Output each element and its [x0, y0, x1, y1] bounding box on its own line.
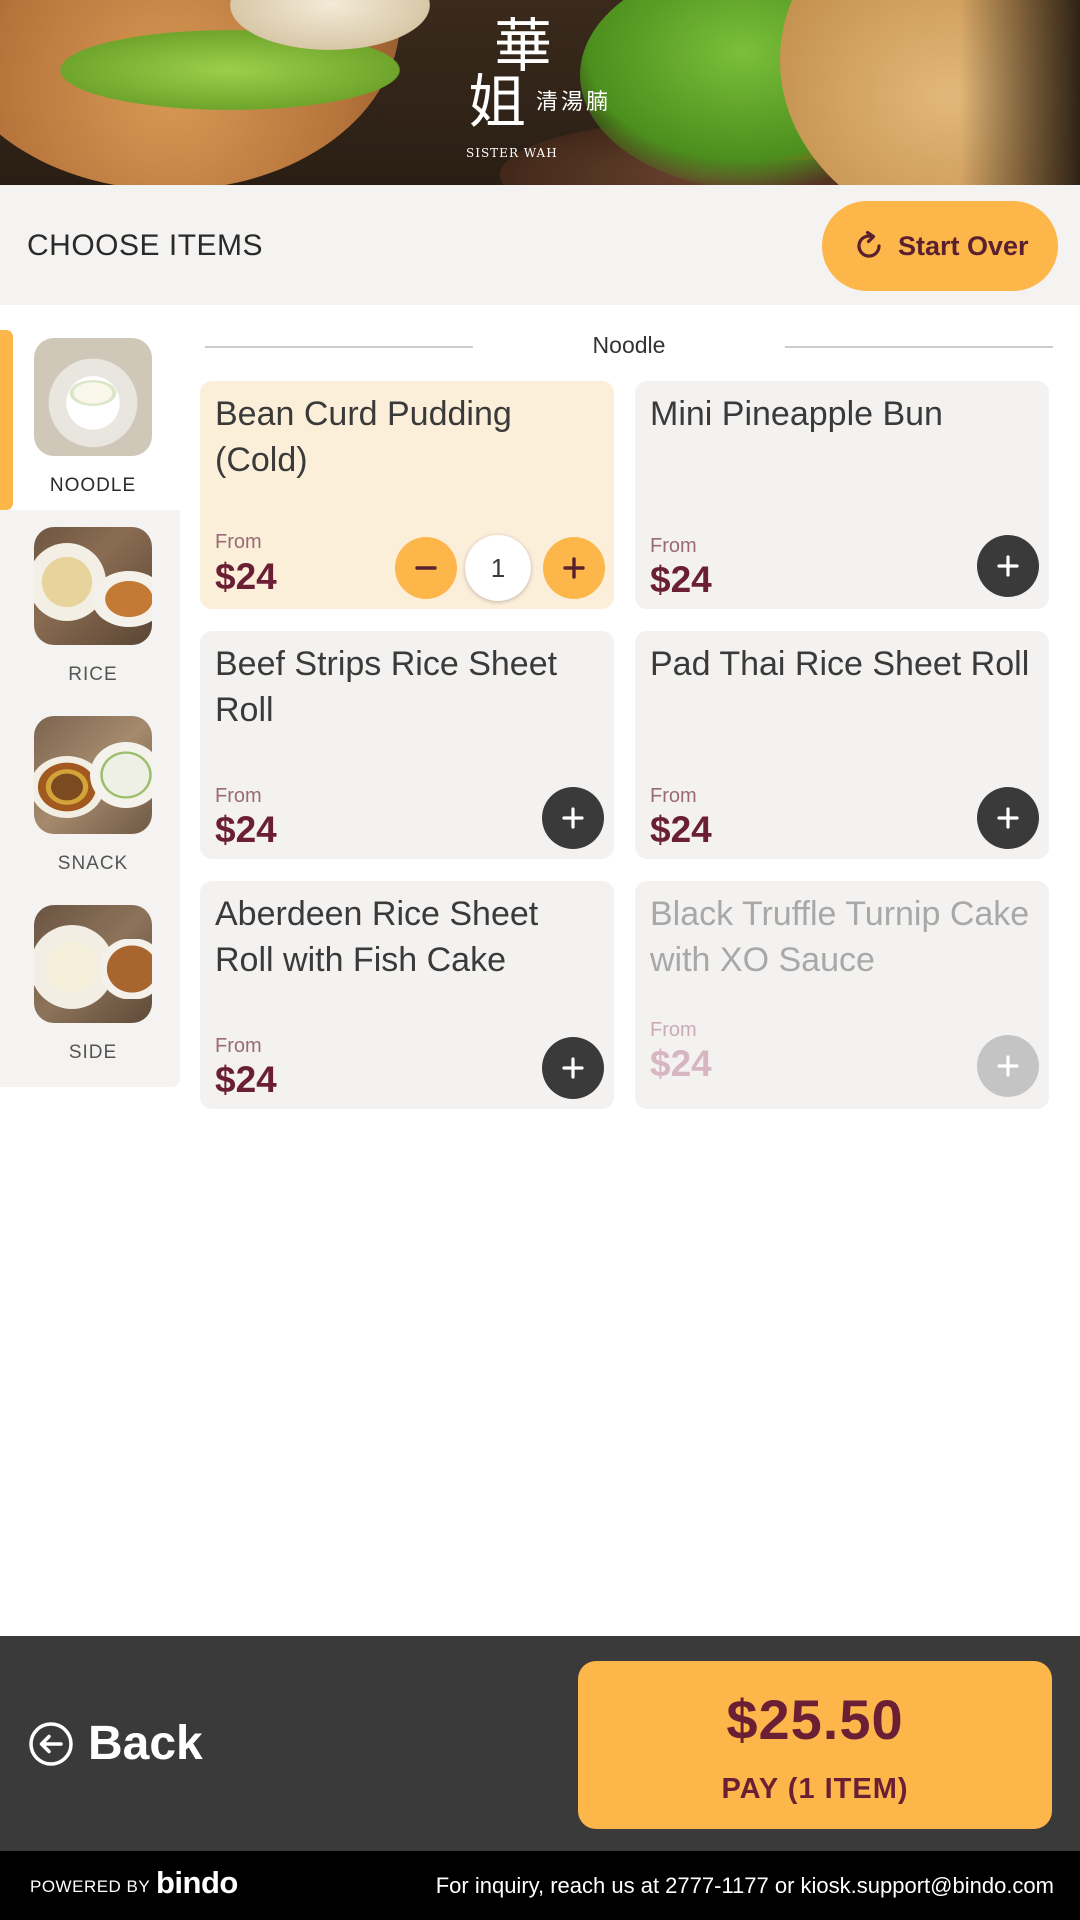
category-label: RICE	[68, 664, 118, 685]
product-name: Pad Thai Rice Sheet Roll	[650, 645, 1030, 683]
plus-icon	[562, 807, 584, 829]
side-image	[34, 905, 152, 1023]
back-button[interactable]: Back	[28, 1716, 203, 1771]
category-label: SIDE	[68, 1042, 118, 1063]
quantity-value: 1	[465, 535, 531, 601]
snack-image	[34, 716, 152, 834]
product-card-unavailable: Black Truffle Turnip Cake with XO Sauce …	[635, 881, 1049, 1109]
product-card[interactable]: Beef Strips Rice Sheet Roll From $24	[200, 631, 614, 859]
logo-subtitle: 清湯腩	[536, 90, 612, 115]
add-button[interactable]	[977, 787, 1039, 849]
category-noodle[interactable]: NOODLE	[0, 330, 180, 519]
logo-char-2: 姐	[468, 68, 527, 136]
decrease-button[interactable]	[395, 537, 457, 599]
product-name: Aberdeen Rice Sheet Roll with Fish Cake	[215, 895, 539, 979]
inquiry-text: For inquiry, reach us at 2777-1177 or ki…	[435, 1873, 1054, 1898]
page-title: CHOOSE ITEMS	[27, 229, 264, 262]
category-sidebar: NOODLE RICE SNACK SIDE	[0, 330, 180, 1087]
plus-icon	[997, 555, 1019, 577]
price-prefix: From	[650, 535, 697, 557]
product-card[interactable]: Aberdeen Rice Sheet Roll with Fish Cake …	[200, 881, 614, 1109]
refresh-icon	[857, 230, 881, 258]
footer: POWERED BY bindo For inquiry, reach us a…	[0, 1851, 1080, 1920]
back-label: Back	[88, 1717, 203, 1770]
add-button[interactable]	[977, 535, 1039, 597]
add-button-disabled	[977, 1035, 1039, 1097]
product-name: Black Truffle Turnip Cake with XO Sauce	[650, 895, 1030, 979]
pay-label: PAY (1 ITEM)	[721, 1773, 909, 1805]
hero-shade	[960, 0, 1080, 185]
start-over-button[interactable]: Start Over	[822, 201, 1058, 291]
product-price: $24	[215, 556, 277, 597]
rice-image	[34, 527, 152, 645]
brand-logo: 華 姐 清湯腩 SISTER WAH	[462, 14, 622, 164]
quantity-stepper: 1	[395, 535, 605, 601]
price-prefix: From	[650, 1019, 697, 1041]
pay-button[interactable]: $25.50 PAY (1 ITEM)	[578, 1661, 1052, 1829]
plus-icon	[997, 807, 1019, 829]
bottom-bar: Back $25.50 PAY (1 ITEM)	[0, 1636, 1080, 1851]
divider-line-right	[785, 346, 1053, 348]
add-button[interactable]	[542, 1037, 604, 1099]
logo-english: SISTER WAH	[466, 146, 558, 160]
pay-total: $25.50	[726, 1688, 904, 1751]
product-name: Bean Curd Pudding (Cold)	[215, 395, 512, 479]
category-label: SNACK	[57, 853, 129, 874]
product-price: $24	[215, 1059, 277, 1100]
plus-icon	[997, 1055, 1019, 1077]
hero-banner: 華 姐 清湯腩 SISTER WAH	[0, 0, 1080, 185]
product-name: Beef Strips Rice Sheet Roll	[215, 645, 558, 729]
product-price: $24	[650, 809, 712, 850]
plus-icon	[562, 1057, 584, 1079]
product-name: Mini Pineapple Bun	[650, 395, 943, 433]
product-card[interactable]: Bean Curd Pudding (Cold) From $24 1	[200, 381, 614, 609]
increase-button[interactable]	[543, 537, 605, 599]
category-label: NOODLE	[49, 475, 137, 496]
product-card[interactable]: Pad Thai Rice Sheet Roll From $24	[635, 631, 1049, 859]
section-header: Noodle	[205, 330, 1053, 364]
product-card[interactable]: Mini Pineapple Bun From $24	[635, 381, 1049, 609]
price-prefix: From	[650, 785, 697, 807]
price-prefix: From	[215, 1035, 262, 1057]
product-price: $24	[650, 559, 712, 600]
price-prefix: From	[215, 785, 262, 807]
product-price: $24	[215, 809, 277, 850]
price-prefix: From	[215, 531, 262, 553]
minus-icon	[415, 566, 437, 570]
bindo-logo: bindo	[156, 1865, 238, 1900]
start-over-label: Start Over	[898, 230, 1029, 261]
category-rice[interactable]: RICE	[0, 519, 180, 708]
add-button[interactable]	[542, 787, 604, 849]
product-price: $24	[650, 1043, 712, 1084]
noodle-image	[34, 338, 152, 456]
category-side[interactable]: SIDE	[0, 897, 180, 1086]
powered-by-label: POWERED BY	[30, 1877, 151, 1896]
header-bar: CHOOSE ITEMS Start Over	[0, 185, 1080, 305]
category-snack[interactable]: SNACK	[0, 708, 180, 897]
plus-icon	[563, 557, 585, 579]
back-arrow-icon	[29, 1721, 73, 1766]
